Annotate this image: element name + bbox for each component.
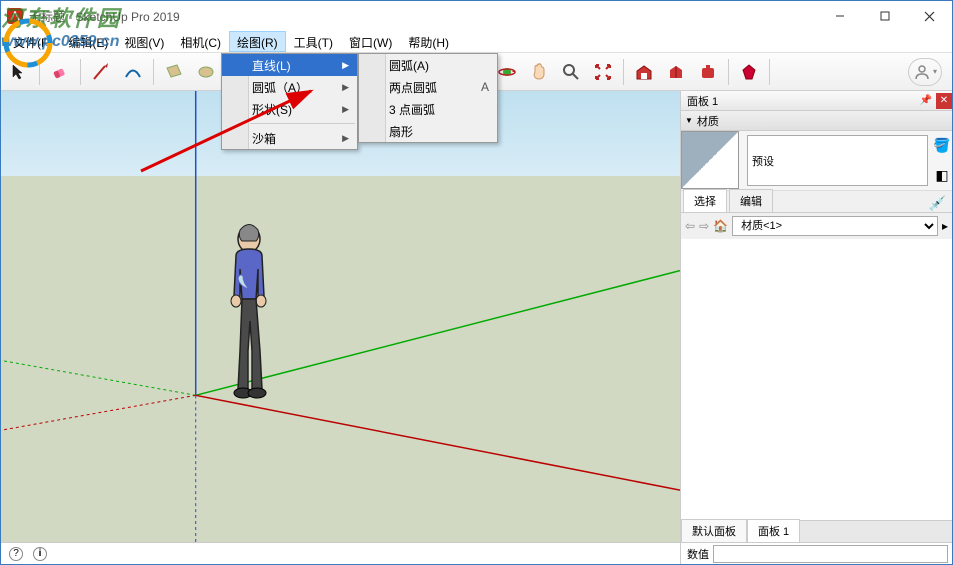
draw-menu-shape[interactable]: 形状(S)▶: [222, 98, 357, 120]
material-preview[interactable]: [681, 131, 739, 189]
arc-submenu-pie[interactable]: 扇形: [359, 120, 497, 142]
info-icon[interactable]: i: [33, 547, 47, 561]
tray-close-button[interactable]: ✕: [936, 93, 952, 109]
arc-submenu-two-point[interactable]: 两点圆弧 A: [359, 76, 497, 98]
value-label: 数值: [687, 546, 709, 562]
help-icon[interactable]: ?: [9, 547, 23, 561]
menu-view[interactable]: 视图(V): [116, 31, 172, 52]
title-bar: 无标题 - SketchUp Pro 2019: [1, 1, 952, 31]
circle-tool[interactable]: [192, 58, 220, 86]
menu-help[interactable]: 帮助(H): [400, 31, 457, 52]
panel-tray: 面板 1 📌 ✕ 材质 🪣 ◧ 选择 编辑 💉 ⇦ ⇨ 🏠: [680, 91, 952, 542]
arc-submenu-three-point[interactable]: 3 点画弧: [359, 98, 497, 120]
extension-tool[interactable]: [694, 58, 722, 86]
material-library-select[interactable]: 材质<1>: [732, 216, 938, 236]
menu-bar: 文件(F) 编辑(E) 视图(V) 相机(C) 绘图(R) 工具(T) 窗口(W…: [1, 31, 952, 53]
nav-back-icon[interactable]: ⇦: [685, 219, 695, 233]
tray-title-bar[interactable]: 面板 1 📌 ✕: [681, 91, 952, 111]
window-title: 无标题 - SketchUp Pro 2019: [29, 8, 180, 25]
menu-camera[interactable]: 相机(C): [172, 31, 229, 52]
tab-edit[interactable]: 编辑: [729, 189, 773, 212]
close-button[interactable]: [907, 2, 952, 31]
menu-draw[interactable]: 绘图(R): [229, 31, 286, 52]
viewport[interactable]: [1, 91, 680, 542]
select-tool[interactable]: [5, 58, 33, 86]
status-bar: ? i 数值: [1, 542, 952, 564]
scale-figure: [216, 221, 286, 401]
nav-forward-icon[interactable]: ⇨: [699, 219, 709, 233]
profile-button[interactable]: ▾: [908, 58, 942, 86]
maximize-button[interactable]: [862, 2, 907, 31]
home-icon[interactable]: 🏠: [713, 219, 728, 233]
eraser-tool[interactable]: [46, 58, 74, 86]
axes: [1, 91, 680, 542]
zoom-extents-tool[interactable]: [589, 58, 617, 86]
material-list-area[interactable]: [681, 239, 952, 520]
draw-menu-sandbox[interactable]: 沙箱▶: [222, 127, 357, 149]
warehouse-tool[interactable]: [630, 58, 658, 86]
draw-dropdown: 直线(L)▶ 圆弧（A）▶ 形状(S)▶ 沙箱▶: [221, 53, 358, 150]
bottom-tab-default[interactable]: 默认面板: [681, 519, 747, 542]
rectangle-tool[interactable]: [160, 58, 188, 86]
ruby-tool[interactable]: [735, 58, 763, 86]
eyedropper-icon[interactable]: 💉: [929, 195, 946, 212]
materials-label: 材质: [697, 113, 719, 129]
line-tool[interactable]: [87, 58, 115, 86]
zoom-tool[interactable]: [557, 58, 585, 86]
tray-title: 面板 1: [687, 93, 718, 109]
warehouse-3d-tool[interactable]: [662, 58, 690, 86]
arc-submenu: 圆弧(A) 两点圆弧 A 3 点画弧 扇形: [358, 53, 498, 143]
minimize-button[interactable]: [817, 2, 862, 31]
bucket-icon[interactable]: 🪣: [933, 137, 950, 154]
arc-submenu-arc[interactable]: 圆弧(A): [359, 54, 497, 76]
bottom-tab-1[interactable]: 面板 1: [747, 519, 800, 542]
material-name-input[interactable]: [747, 135, 928, 186]
value-input[interactable]: [713, 545, 948, 563]
menu-file[interactable]: 文件(F): [5, 31, 60, 52]
draw-menu-arc[interactable]: 圆弧（A）▶: [222, 76, 357, 98]
tab-select[interactable]: 选择: [683, 189, 727, 212]
menu-window[interactable]: 窗口(W): [341, 31, 400, 52]
pin-icon[interactable]: 📌: [918, 95, 934, 106]
arc-tool[interactable]: [119, 58, 147, 86]
menu-tools[interactable]: 工具(T): [286, 31, 341, 52]
menu-edit[interactable]: 编辑(E): [60, 31, 116, 52]
app-icon: [7, 8, 23, 24]
create-material-icon[interactable]: ◧: [935, 167, 948, 184]
details-icon[interactable]: ▸: [942, 219, 948, 233]
materials-header[interactable]: 材质: [681, 111, 952, 131]
draw-menu-line[interactable]: 直线(L)▶: [222, 54, 357, 76]
pan-tool[interactable]: [525, 58, 553, 86]
